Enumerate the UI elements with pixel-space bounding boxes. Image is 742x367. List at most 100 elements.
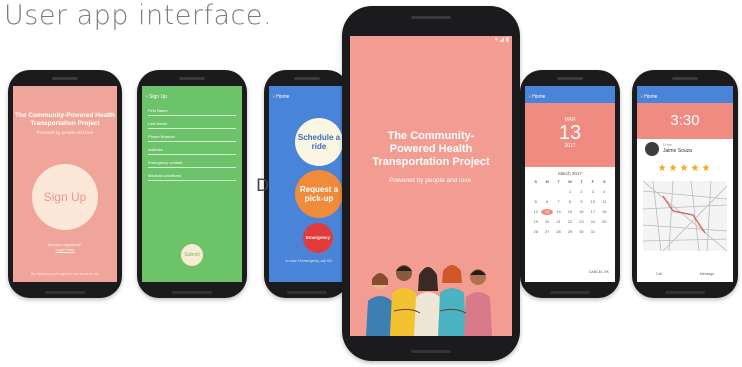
calendar-day[interactable]: 19 [530, 219, 541, 225]
page-title: User app interface. [4, 0, 272, 31]
calendar-day[interactable]: 12 [530, 209, 541, 215]
weekday-label: S [534, 179, 538, 184]
calendar-day[interactable]: 26 [530, 229, 541, 235]
signup-button[interactable]: Sign Up [32, 164, 98, 230]
signup-footer: By signing up you agree to our terms of … [31, 272, 99, 276]
weekday-label: W [568, 179, 572, 184]
weekday-label: T [557, 179, 560, 184]
weekday-label: T [580, 179, 583, 184]
driver-avatar [645, 142, 659, 156]
route-map[interactable] [643, 181, 727, 251]
calendar-day[interactable]: 2 [576, 189, 587, 195]
driver-card[interactable]: Driver Jaime Souza [637, 139, 733, 163]
calendar-day [541, 189, 552, 195]
driver-actions: Call Message [637, 272, 733, 276]
calendar-day[interactable]: 5 [530, 199, 541, 205]
calendar-day[interactable]: 31 [587, 229, 598, 235]
people-group-icon [366, 265, 492, 336]
calendar-day[interactable]: 13 [541, 209, 553, 215]
calendar-day [553, 189, 564, 195]
calendar-day[interactable]: 9 [576, 199, 587, 205]
calendar-day[interactable]: 25 [599, 219, 610, 225]
calendar-day[interactable]: 3 [587, 189, 598, 195]
phone-form: ‹ Sign Up First Name Last Name Phone Numbe… [137, 70, 247, 298]
calendar-day[interactable]: 21 [553, 219, 564, 225]
form-field[interactable]: First Name [148, 103, 236, 116]
calendar-day[interactable]: 7 [553, 199, 564, 205]
calendar-day[interactable]: 30 [576, 229, 587, 235]
calendar-grid: S M T W T F S 1 2 3 4 5 6 7 8 9 10 11 12 13 14 15 16 17 18 19 20 21… [530, 179, 610, 235]
form-field[interactable]: Address [148, 142, 236, 155]
selected-day: 13 [558, 122, 582, 144]
calendar-day[interactable]: 15 [564, 209, 575, 215]
weekday-label: F [591, 179, 595, 184]
calendar-day[interactable]: 1 [564, 189, 575, 195]
phone-home-bar [665, 291, 705, 294]
phone-splash: ▾ ◢ ▮ The Community-Powered Health Trans… [342, 6, 520, 361]
form-field[interactable]: Medical conditions [148, 168, 236, 181]
form-fields: First Name Last Name Phone Number Address Em… [142, 103, 242, 181]
splash-title: The Community-Powered Health Transportat… [372, 130, 490, 168]
calendar-day[interactable]: 20 [541, 219, 552, 225]
form-screen: ‹ Sign Up First Name Last Name Phone Numbe… [142, 86, 242, 282]
calendar-day[interactable]: 23 [576, 219, 587, 225]
driver-screen: ‹ Home 3:30 Driver Jaime Souza ★★★★★ Cal… [637, 86, 733, 282]
calendar-day[interactable]: 14 [553, 209, 564, 215]
calendar-day[interactable]: 11 [599, 199, 610, 205]
calendar-day[interactable]: 17 [587, 209, 598, 215]
request-pickup-button[interactable]: Request a pick-up [295, 170, 343, 218]
phone-calendar: ‹ Home MAR 13 2017 March 2017 SMTWTFS123… [520, 70, 620, 298]
phone-signup: The Community-Powered Health Transportat… [8, 70, 122, 298]
calendar-day[interactable]: 4 [599, 189, 610, 195]
phone-home-bar [172, 291, 212, 294]
splash-screen: ▾ ◢ ▮ The Community-Powered Health Trans… [350, 36, 512, 336]
phone-camera [672, 77, 698, 80]
calendar-actions[interactable]: CANCEL OK [589, 270, 609, 274]
home-screen: ‹ Home Schedule a ride Request a pick-up… [269, 86, 349, 282]
schedule-ride-button[interactable]: Schedule a ride [295, 118, 343, 166]
calendar-day[interactable]: 29 [564, 229, 575, 235]
phone-home: ‹ Home Schedule a ride Request a pick-up… [264, 70, 349, 298]
phone-camera [557, 77, 583, 80]
message-driver-button[interactable]: Message [700, 272, 714, 276]
form-appbar: ‹ Sign Up [146, 94, 167, 100]
calendar-day[interactable]: 18 [599, 209, 610, 215]
driver-appbar: ‹ Home [641, 94, 658, 100]
rating-stars[interactable]: ★★★★★ [637, 163, 733, 177]
driver-label: Driver [663, 143, 673, 147]
calendar-day[interactable]: 22 [564, 219, 575, 225]
selected-date-header: MAR 13 2017 [525, 103, 615, 167]
title-dot: . [262, 0, 273, 31]
form-appbar-title: Sign Up [149, 94, 167, 100]
driver-appbar-title: Home [644, 94, 658, 100]
calendar-day[interactable]: 28 [553, 229, 564, 235]
phone-camera [52, 77, 78, 80]
submit-button[interactable]: Submit [181, 244, 203, 266]
calendar-day[interactable]: 27 [541, 229, 552, 235]
emergency-footer: In case of emergency, call 911 [285, 259, 333, 263]
call-driver-button[interactable]: Call [656, 272, 662, 276]
form-field[interactable]: Phone Number [148, 129, 236, 142]
emergency-button[interactable]: Emergency [303, 223, 333, 253]
calendar-day[interactable]: 10 [587, 199, 598, 205]
selected-month: MAR [564, 117, 576, 123]
calendar-day[interactable]: 16 [576, 209, 587, 215]
phone-camera [293, 77, 320, 80]
calendar-day[interactable]: 8 [564, 199, 575, 205]
signup-screen: The Community-Powered Health Transportat… [13, 86, 117, 282]
driver-name: Jaime Souza [663, 148, 692, 154]
phone-home-bar [286, 291, 327, 294]
stray-letter: D [256, 176, 270, 196]
phone-home-bar [550, 291, 590, 294]
calendar-day[interactable]: 6 [541, 199, 552, 205]
calendar-appbar-title: Home [532, 94, 546, 100]
signup-app-title: The Community-Powered Health Transportat… [14, 112, 116, 127]
home-appbar: ‹ Home [273, 94, 290, 100]
form-field[interactable]: Emergency contact [148, 155, 236, 168]
login-link[interactable]: Login here [13, 247, 117, 252]
calendar-day[interactable]: 24 [587, 219, 598, 225]
calendar-grid-wrapper: March 2017 S M T W T F S 1 2 3 4 5 6 7 8 9 10 11 12 13 14 15 1… [525, 167, 615, 239]
phone-camera [411, 16, 451, 19]
calendar-day [599, 229, 610, 235]
form-field[interactable]: Last Name [148, 116, 236, 129]
